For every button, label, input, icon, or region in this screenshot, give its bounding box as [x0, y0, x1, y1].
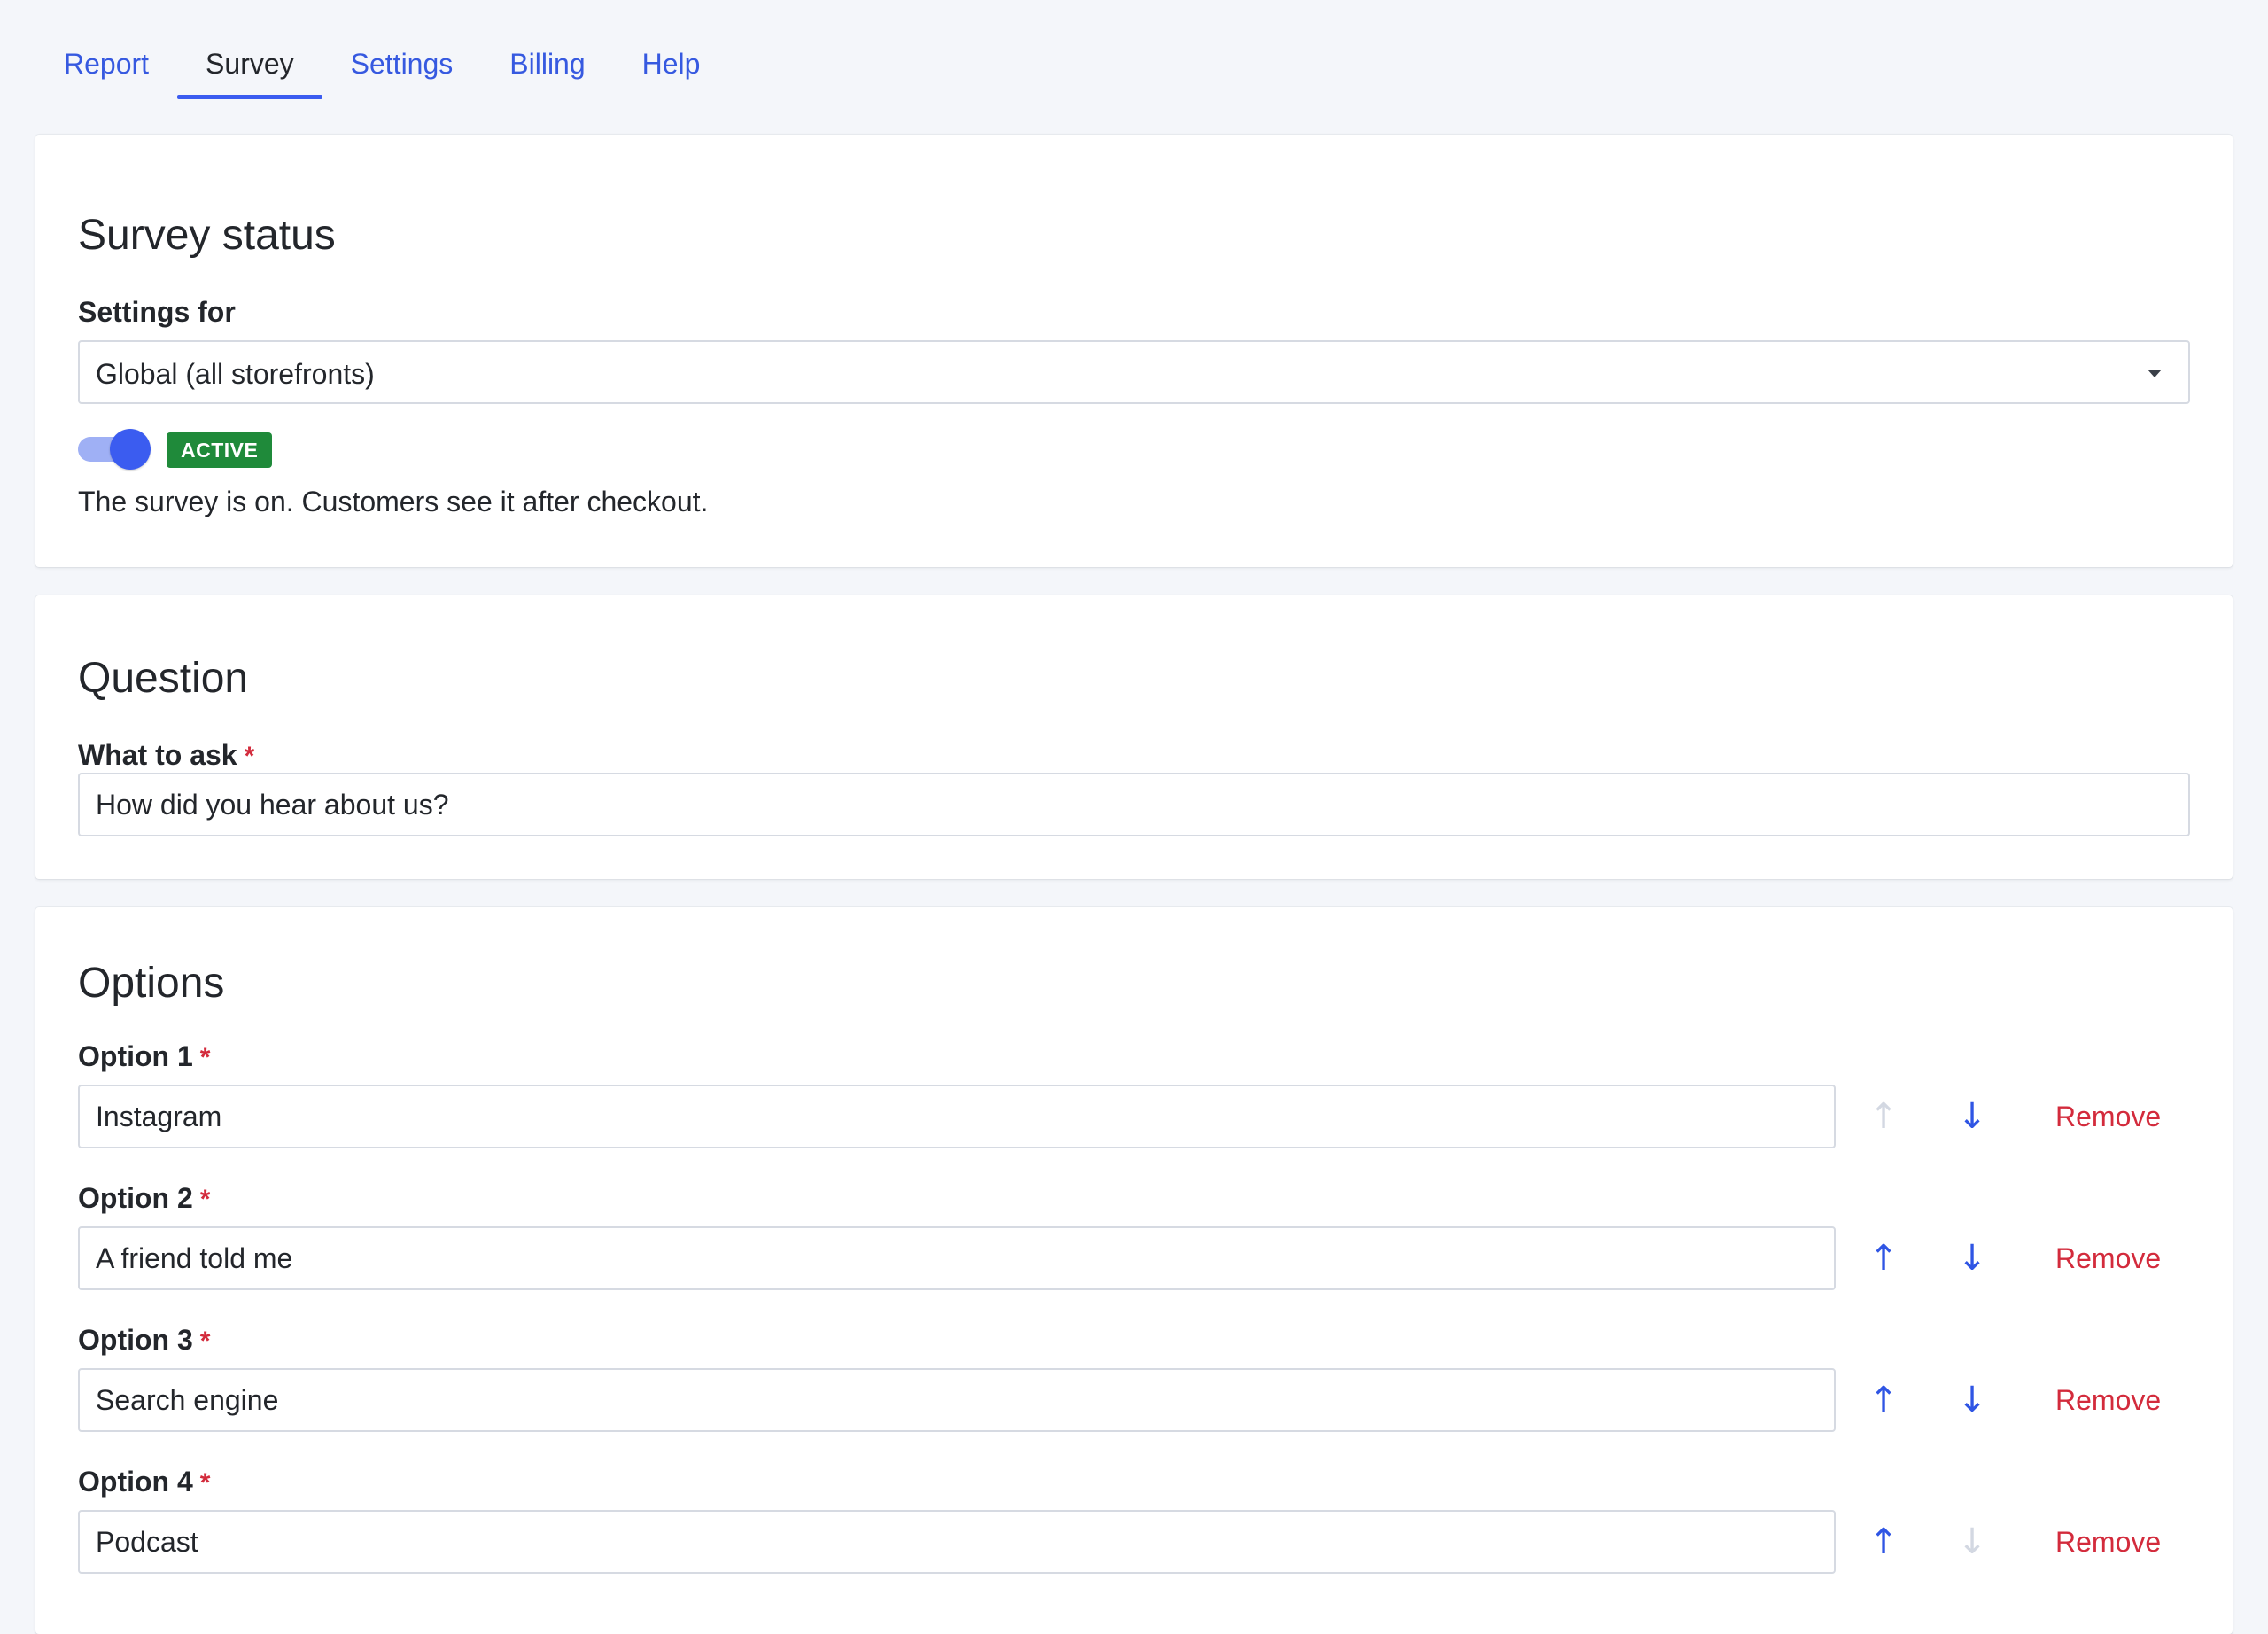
option-4-input[interactable] [78, 1510, 1836, 1574]
storefront-select[interactable]: Global (all storefronts) [78, 340, 2190, 404]
question-input[interactable] [78, 773, 2190, 836]
move-down-icon[interactable]: ↓ [1954, 1092, 1990, 1141]
survey-status-description: The survey is on. Customers see it after… [78, 486, 709, 517]
survey-active-toggle[interactable] [78, 429, 152, 470]
remove-option-4-button[interactable]: Remove [2055, 1517, 2161, 1567]
move-up-icon[interactable]: ↑ [1866, 1517, 1901, 1567]
option-4-label: Option 4 * [78, 1464, 210, 1501]
tab-settings[interactable]: Settings [322, 0, 482, 101]
tab-report[interactable]: Report [35, 0, 177, 101]
toggle-knob [110, 429, 151, 470]
required-marker: * [199, 1468, 211, 1498]
option-2-label-text: Option 2 [78, 1182, 193, 1214]
option-4-label-text: Option 4 [78, 1466, 193, 1498]
options-title: Options [78, 960, 225, 1007]
settings-for-label: Settings for [78, 296, 236, 328]
question-card: Question What to ask * [35, 595, 2233, 879]
option-2-label: Option 2 * [78, 1180, 210, 1218]
tab-bar: Report Survey Settings Billing Help [35, 0, 728, 101]
status-badge: ACTIVE [167, 432, 273, 468]
option-2-input[interactable] [78, 1226, 1836, 1290]
options-card: Options Option 1* ↑ ↓ Remove Option 2* ↑… [35, 907, 2233, 1634]
move-down-icon[interactable]: ↓ [1954, 1375, 1990, 1425]
option-3-input[interactable] [78, 1368, 1836, 1432]
option-1-input[interactable] [78, 1085, 1836, 1148]
remove-option-3-button[interactable]: Remove [2055, 1375, 2161, 1425]
question-title: Question [78, 655, 249, 702]
move-up-icon[interactable]: ↑ [1866, 1375, 1901, 1425]
what-to-ask-label: What to ask * [78, 737, 254, 774]
tab-help[interactable]: Help [614, 0, 729, 101]
required-marker: * [199, 1185, 211, 1214]
remove-option-2-button[interactable]: Remove [2055, 1233, 2161, 1283]
storefront-select-value: Global (all storefronts) [96, 358, 375, 390]
tab-billing[interactable]: Billing [481, 0, 613, 101]
option-1-label-text: Option 1 [78, 1040, 193, 1072]
what-to-ask-label-text: What to ask [78, 739, 237, 771]
required-marker: * [199, 1043, 211, 1072]
required-marker: * [244, 742, 255, 771]
caret-down-icon [2148, 370, 2162, 377]
move-up-icon[interactable]: ↑ [1866, 1233, 1901, 1283]
move-down-icon: ↓ [1957, 1521, 1987, 1562]
survey-status-title: Survey status [78, 212, 336, 259]
tab-survey[interactable]: Survey [177, 0, 322, 101]
option-1-label: Option 1 * [78, 1039, 210, 1076]
option-3-label: Option 3 * [78, 1322, 210, 1359]
move-down-icon[interactable]: ↓ [1954, 1233, 1990, 1283]
survey-status-card: Survey status Settings for Global (all s… [35, 135, 2233, 567]
move-up-icon: ↑ [1868, 1096, 1899, 1137]
remove-option-1-button[interactable]: Remove [2055, 1092, 2161, 1141]
option-3-label-text: Option 3 [78, 1324, 193, 1356]
required-marker: * [199, 1327, 211, 1356]
